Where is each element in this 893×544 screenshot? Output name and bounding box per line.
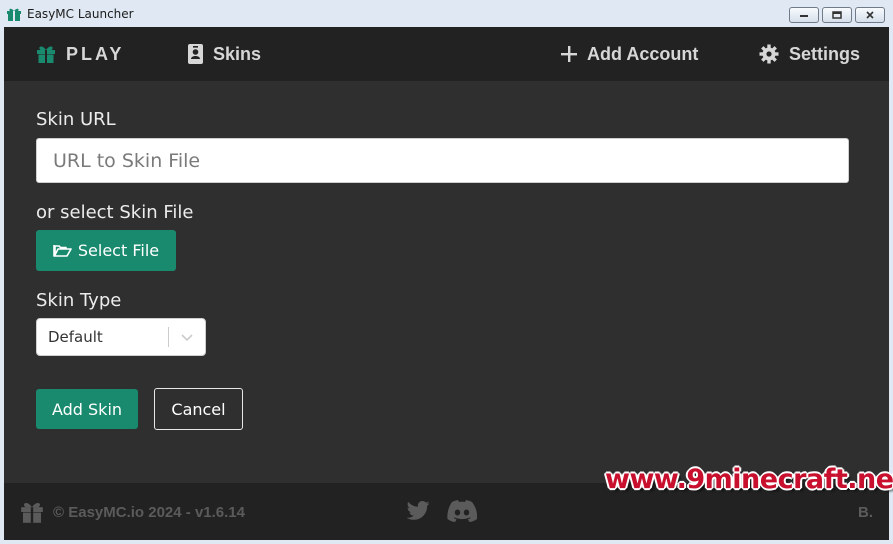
maximize-button[interactable] [822, 7, 852, 23]
skin-url-label: Skin URL [36, 109, 116, 130]
gear-icon [759, 44, 779, 64]
nav-skins-label: Skins [213, 43, 262, 64]
id-badge-icon [188, 44, 203, 64]
gift-icon [37, 46, 55, 63]
nav-play-label: PLAY [66, 43, 125, 64]
maximize-icon [832, 11, 842, 19]
app-gift-icon [7, 8, 21, 21]
chevron-down-icon [181, 333, 193, 341]
select-file-button-label: Select File [77, 241, 160, 260]
window-titlebar: EasyMC Launcher [0, 0, 893, 27]
footer-copyright: © EasyMC.io 2024 - v1.6.14 [53, 504, 245, 521]
nav-add-account[interactable]: Add Account [561, 27, 698, 81]
minimize-button[interactable] [789, 7, 819, 23]
nav-settings[interactable]: Settings [759, 27, 860, 81]
cancel-button[interactable]: Cancel [154, 388, 243, 430]
twitter-icon[interactable] [406, 501, 431, 521]
nav-add-account-label: Add Account [587, 43, 699, 64]
select-file-label: or select Skin File [36, 202, 194, 223]
footer-credit: B. [858, 504, 873, 521]
discord-icon[interactable] [447, 500, 477, 522]
skin-type-label: Skin Type [36, 290, 122, 311]
add-skin-button[interactable]: Add Skin [36, 389, 138, 429]
skin-type-dropdown-toggle[interactable] [169, 333, 205, 342]
nav-play[interactable]: PLAY [36, 27, 124, 81]
nav-skins[interactable]: Skins [188, 27, 261, 81]
skin-url-input[interactable] [36, 138, 849, 183]
close-button[interactable] [855, 7, 885, 23]
plus-icon [561, 46, 577, 62]
watermark-text: www.9minecraft.net [605, 464, 893, 495]
window-title: EasyMC Launcher [27, 7, 134, 21]
top-navbar: PLAY Skins Add Account Settings [4, 27, 889, 81]
nav-settings-label: Settings [789, 43, 861, 64]
minimize-icon [800, 15, 808, 17]
close-icon [866, 11, 874, 19]
footer-gift-icon [21, 503, 43, 523]
skin-type-value: Default [48, 328, 103, 346]
skin-type-select[interactable]: Default [36, 318, 206, 356]
select-file-button[interactable]: Select File [36, 230, 176, 271]
folder-open-icon [53, 245, 72, 257]
